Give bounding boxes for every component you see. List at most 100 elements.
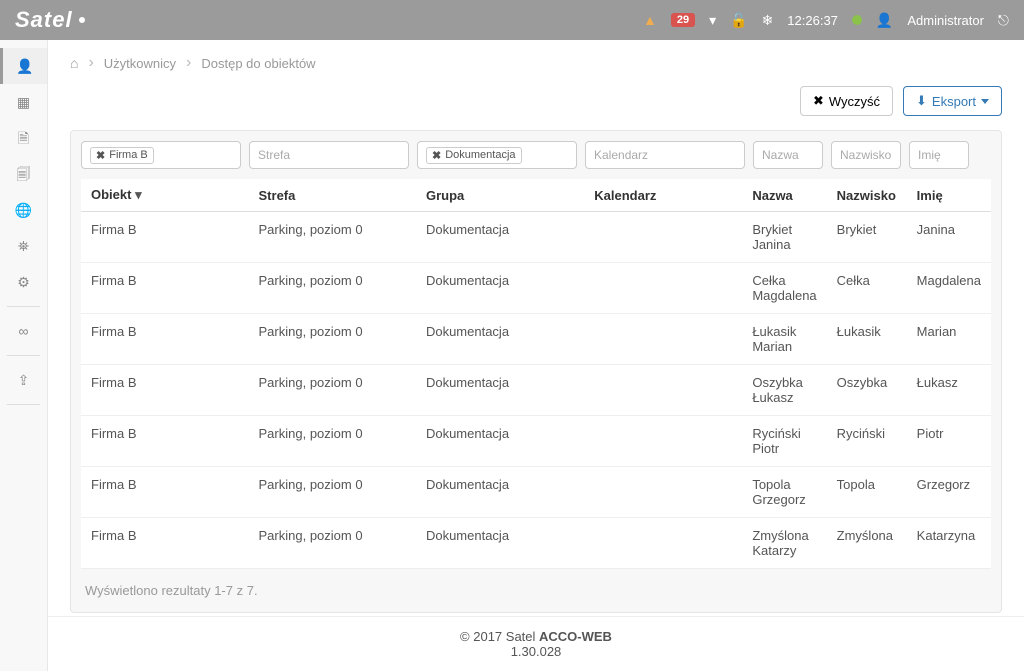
breadcrumb: ⌂ › Użytkownicy › Dostęp do obiektów <box>70 54 1002 72</box>
col-grupa[interactable]: Grupa <box>416 179 584 212</box>
cell-nazwa: Zmyślona Katarzy <box>742 518 826 569</box>
home-icon[interactable]: ⌂ <box>70 56 78 70</box>
cell-obiekt: Firma B <box>81 263 249 314</box>
brand-text: Satel <box>15 7 73 33</box>
col-imie[interactable]: Imię <box>907 179 991 212</box>
footer-copyright: © 2017 Satel <box>460 629 539 644</box>
calendar-icon: ▦ <box>17 95 30 109</box>
cell-strefa: Parking, poziom 0 <box>249 263 416 314</box>
table-row[interactable]: Firma BParking, poziom 0DokumentacjaŁuka… <box>81 314 991 365</box>
col-nazwisko[interactable]: Nazwisko <box>827 179 907 212</box>
sidebar-item-files[interactable]: 🗐 <box>0 156 47 192</box>
cell-imie: Piotr <box>907 416 991 467</box>
brand-logo: Satel <box>15 7 85 33</box>
results-table: Obiekt Strefa Grupa Kalendarz Nazwa Nazw… <box>81 179 991 569</box>
snowflake-icon[interactable]: ❄ <box>762 13 774 27</box>
sidebar-separator <box>7 306 40 307</box>
table-row[interactable]: Firma BParking, poziom 0DokumentacjaZmyś… <box>81 518 991 569</box>
clock-time: 12:26:37 <box>787 13 838 28</box>
sidebar-item-calendar[interactable]: ▦ <box>0 84 47 120</box>
filter-kalendarz-input[interactable] <box>594 148 736 162</box>
filter-nazwa[interactable] <box>753 141 823 169</box>
col-obiekt[interactable]: Obiekt <box>81 179 249 212</box>
chevron-right-icon: › <box>186 54 191 72</box>
filter-nazwa-input[interactable] <box>762 148 814 162</box>
sidebar-item-globe[interactable]: 🌐 <box>0 192 47 228</box>
export-button[interactable]: ⬇ Eksport <box>903 86 1002 116</box>
table-row[interactable]: Firma BParking, poziom 0Dokumentacja Cełk… <box>81 263 991 314</box>
cell-nazwisko: Łukasik <box>827 314 907 365</box>
table-row[interactable]: Firma BParking, poziom 0DokumentacjaRyci… <box>81 416 991 467</box>
upload-icon: ⇪ <box>18 373 30 387</box>
logout-icon[interactable]: ⎋ <box>998 13 1009 27</box>
cell-nazwisko: Cełka <box>827 263 907 314</box>
caret-down-icon[interactable]: ▾ <box>709 13 716 27</box>
col-strefa[interactable]: Strefa <box>249 179 416 212</box>
cell-grupa: Dokumentacja <box>416 416 584 467</box>
cell-nazwa: Oszybka Łukasz <box>742 365 826 416</box>
cell-imie: Janina <box>907 212 991 263</box>
cell-obiekt: Firma B <box>81 365 249 416</box>
chevron-right-icon: › <box>88 54 93 72</box>
cell-kalendarz <box>584 263 742 314</box>
caret-down-icon <box>981 99 989 104</box>
cell-nazwa: Łukasik Marian <box>742 314 826 365</box>
cell-nazwa: Ryciński Piotr <box>742 416 826 467</box>
user-icon: 👤 <box>876 13 893 27</box>
unlock-icon[interactable]: 🔓 <box>730 13 747 27</box>
sidebar-item-link[interactable]: ∞ <box>0 313 47 349</box>
filter-grupa[interactable]: ✖Dokumentacja <box>417 141 577 169</box>
col-nazwa[interactable]: Nazwa <box>742 179 826 212</box>
filter-imie-input[interactable] <box>918 148 960 162</box>
filter-nazwisko-input[interactable] <box>840 148 892 162</box>
remove-tag-icon[interactable]: ✖ <box>96 149 105 162</box>
table-row[interactable]: Firma BParking, poziom 0Dokumentacja Oszy… <box>81 365 991 416</box>
sidebar-item-users[interactable]: 👤 <box>0 48 47 84</box>
remove-tag-icon[interactable]: ✖ <box>432 149 441 162</box>
topbar: Satel ▲ 29 ▾ 🔓 ❄ 12:26:37 👤 Administrato… <box>0 0 1024 40</box>
cogs-icon: ⛯ <box>18 239 29 253</box>
sidebar-item-document[interactable]: 🗎 <box>0 120 47 156</box>
cell-obiekt: Firma B <box>81 212 249 263</box>
cell-imie: Łukasz <box>907 365 991 416</box>
export-button-label: Eksport <box>932 94 976 109</box>
document-icon: 🗎 <box>18 131 29 145</box>
gear-icon: ⚙ <box>17 275 30 289</box>
cell-grupa: Dokumentacja <box>416 365 584 416</box>
cell-imie: Magdalena <box>907 263 991 314</box>
sidebar-item-upload[interactable]: ⇪ <box>0 362 47 398</box>
alerts-badge[interactable]: 29 <box>671 13 695 27</box>
filter-kalendarz[interactable] <box>585 141 745 169</box>
cell-obiekt: Firma B <box>81 416 249 467</box>
sidebar-item-settings[interactable]: ⚙ <box>0 264 47 300</box>
cell-obiekt: Firma B <box>81 467 249 518</box>
clear-button[interactable]: ✖ Wyczyść <box>800 86 893 116</box>
cell-strefa: Parking, poziom 0 <box>249 467 416 518</box>
cell-kalendarz <box>584 365 742 416</box>
filter-strefa[interactable] <box>249 141 409 169</box>
cell-strefa: Parking, poziom 0 <box>249 314 416 365</box>
col-kalendarz[interactable]: Kalendarz <box>584 179 742 212</box>
cell-grupa: Dokumentacja <box>416 263 584 314</box>
cell-strefa: Parking, poziom 0 <box>249 518 416 569</box>
filter-nazwisko[interactable] <box>831 141 901 169</box>
link-icon: ∞ <box>19 324 29 338</box>
current-user-label[interactable]: Administrator <box>907 13 984 28</box>
cell-nazwa: Cełka Magdalena <box>742 263 826 314</box>
brand-dot-icon <box>79 17 85 23</box>
table-row[interactable]: Firma BParking, poziom 0DokumentacjaBryk… <box>81 212 991 263</box>
sidebar-separator-3 <box>7 404 40 405</box>
cell-grupa: Dokumentacja <box>416 212 584 263</box>
breadcrumb-level2[interactable]: Dostęp do obiektów <box>201 56 315 71</box>
filter-imie[interactable] <box>909 141 969 169</box>
table-row[interactable]: Firma BParking, poziom 0DokumentacjaTopo… <box>81 467 991 518</box>
breadcrumb-level1[interactable]: Użytkownicy <box>104 56 176 71</box>
sidebar-item-cogs[interactable]: ⛯ <box>0 228 47 264</box>
cell-strefa: Parking, poziom 0 <box>249 365 416 416</box>
filter-strefa-input[interactable] <box>258 148 400 162</box>
footer-product: ACCO-WEB <box>539 629 612 644</box>
warning-icon[interactable]: ▲ <box>643 13 657 27</box>
globe-icon: 🌐 <box>15 203 32 217</box>
cell-imie: Katarzyna <box>907 518 991 569</box>
filter-obiekt[interactable]: ✖Firma B <box>81 141 241 169</box>
